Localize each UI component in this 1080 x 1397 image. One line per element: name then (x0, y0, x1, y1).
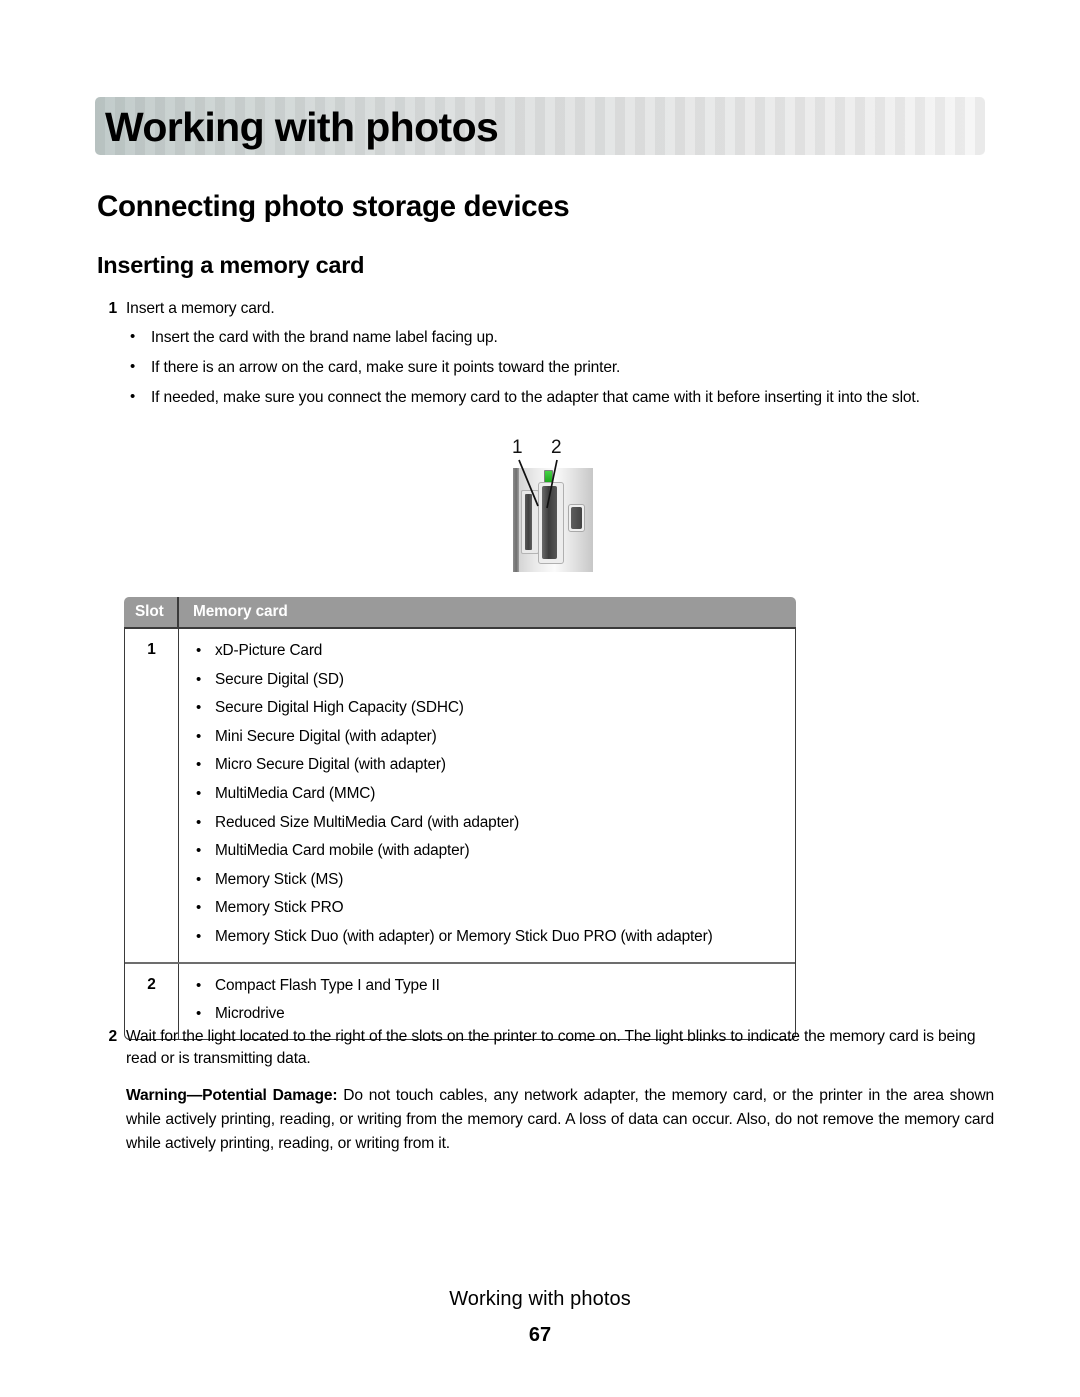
memory-card-slot-illustration: 1 2 (497, 436, 617, 576)
list-item: Memory Stick (MS) (193, 866, 787, 895)
footer-page-number: 67 (528, 1324, 552, 1346)
table-body: 1 xD-Picture Card Secure Digital (SD) Se… (124, 629, 796, 1040)
column-header-memory-card: Memory card (177, 597, 796, 627)
list-item: If there is an arrow on the card, make s… (126, 356, 996, 379)
list-item: Secure Digital (SD) (193, 666, 787, 695)
list-item: MultiMedia Card (MMC) (193, 780, 787, 809)
footer-chapter-title: Working with photos (449, 1288, 631, 1310)
step-2-number: 2 (108, 1028, 117, 1045)
cell-slot-number: 1 (147, 641, 156, 658)
list-item: Mini Secure Digital (with adapter) (193, 723, 787, 752)
step-2-text: Wait for the light located to the right … (126, 1028, 976, 1067)
step-1-bullet-list: Insert the card with the brand name labe… (126, 326, 996, 417)
subsection-heading: Inserting a memory card (97, 252, 365, 278)
list-item: Memory Stick Duo (with adapter) or Memor… (193, 923, 787, 952)
list-item: If needed, make sure you connect the mem… (126, 386, 996, 409)
list-item: MultiMedia Card mobile (with adapter) (193, 837, 787, 866)
document-page: Working with photos Connecting photo sto… (0, 0, 1080, 1397)
list-item: Secure Digital High Capacity (SDHC) (193, 694, 787, 723)
callout-leader-lines (518, 459, 558, 509)
section-heading: Connecting photo storage devices (97, 190, 570, 223)
step-2: 2 Wait for the light located to the righ… (97, 1026, 992, 1070)
table-row: 1 xD-Picture Card Secure Digital (SD) Se… (125, 629, 795, 962)
list-item: Compact Flash Type I and Type II (193, 972, 787, 1001)
step-1-number: 1 (108, 300, 117, 317)
cell-slot-number: 2 (147, 975, 156, 993)
list-item: Insert the card with the brand name labe… (126, 326, 996, 349)
step-1-text: Insert a memory card. (126, 300, 275, 317)
cell-memory-card-list: xD-Picture Card Secure Digital (SD) Secu… (178, 629, 795, 962)
warning-block: Warning—Potential Damage: Do not touch c… (126, 1084, 994, 1156)
list-item: Microdrive (193, 1000, 787, 1029)
list-item: xD-Picture Card (193, 637, 787, 666)
list-item: Reduced Size MultiMedia Card (with adapt… (193, 809, 787, 838)
warning-label: Warning—Potential Damage: (126, 1087, 338, 1104)
list-item: Memory Stick PRO (193, 894, 787, 923)
list-item: Micro Secure Digital (with adapter) (193, 751, 787, 780)
column-header-slot: Slot (135, 603, 164, 620)
step-1: 1 Insert a memory card. (97, 298, 957, 320)
chapter-title: Working with photos (105, 104, 499, 150)
memory-card-table: Slot Memory card 1 xD-Picture Card Secur… (124, 597, 796, 1040)
table-header-row: Slot Memory card (124, 597, 796, 629)
